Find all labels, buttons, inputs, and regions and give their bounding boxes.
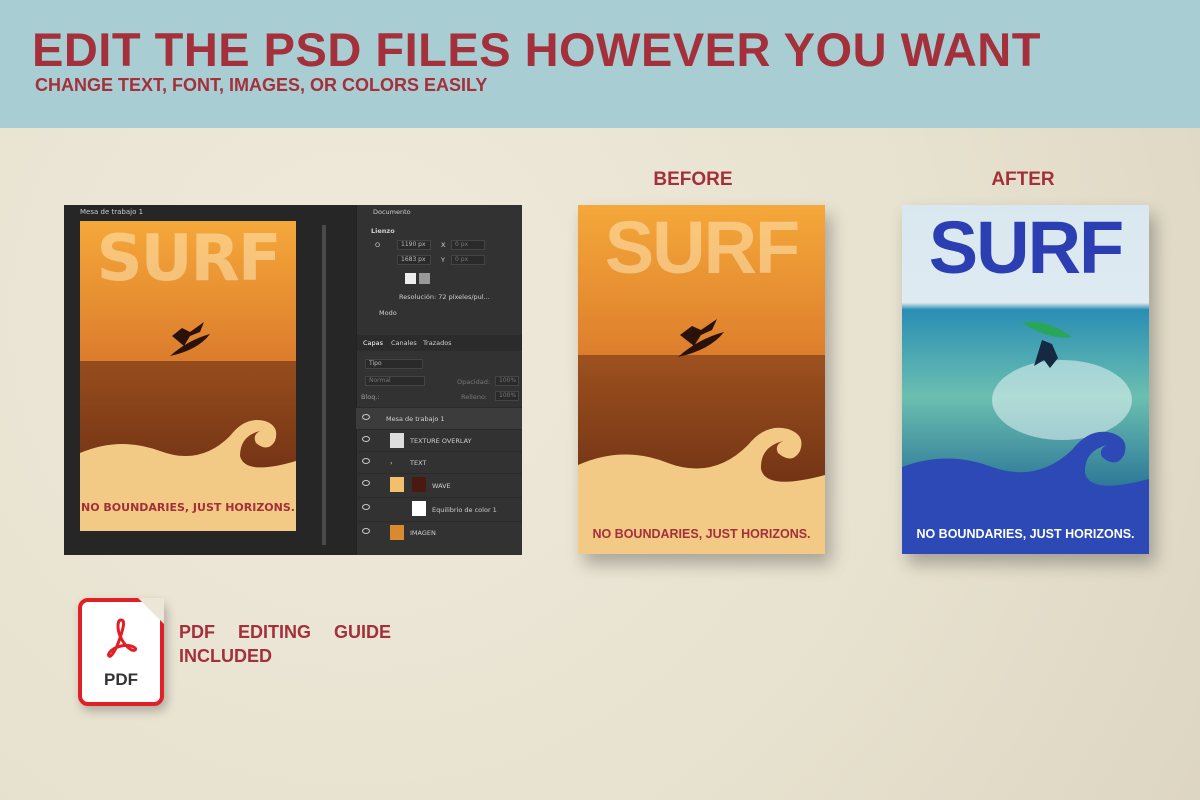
ps-layer-row[interactable]: › TEXT [356, 451, 522, 473]
ps-layer-filter-select[interactable]: Tipo [365, 359, 423, 369]
ps-layers-tabbar: Capas Canales Trazados [357, 335, 522, 351]
ps-layer-name: WAVE [432, 482, 451, 490]
page-subtitle: CHANGE TEXT, FONT, IMAGES, OR COLORS EAS… [35, 75, 488, 95]
ps-poster-title: SURF [96, 222, 281, 296]
ps-y-field[interactable]: 0 px [451, 255, 485, 265]
ps-x-label: X [441, 241, 446, 249]
ps-blend-mode-select[interactable]: Normal [365, 376, 425, 386]
ps-orientation-landscape-button[interactable] [419, 273, 430, 284]
eye-icon[interactable] [362, 414, 370, 420]
ps-scrollbar[interactable] [322, 225, 326, 545]
ps-layer-mask-thumbnail [412, 477, 426, 492]
ps-modo-label: Modo [379, 309, 397, 317]
after-poster-title: SURF [928, 206, 1124, 289]
ps-orientation-portrait-button[interactable] [405, 273, 416, 284]
tab-canales[interactable]: Canales [391, 339, 417, 347]
tab-trazados[interactable]: Trazados [423, 339, 452, 347]
ps-canvas-poster: SURF NO BOUNDARIES, JUST HORIZONS. [80, 221, 296, 531]
folder-icon: › [390, 459, 393, 467]
after-label: AFTER [991, 169, 1055, 190]
before-poster-tagline: NO BOUNDARIES, JUST HORIZONS. [592, 527, 811, 541]
before-poster: SURF NO BOUNDARIES, JUST HORIZONS. [578, 205, 825, 554]
ps-layer-thumbnail [390, 525, 404, 540]
ps-layer-thumbnail [390, 433, 404, 448]
ps-layer-name: IMAGEN [410, 529, 436, 537]
pdf-icon-label: PDF [104, 670, 138, 689]
acrobat-logo-icon [107, 618, 138, 658]
ps-width-field[interactable]: 1190 px [397, 240, 431, 250]
ps-resolution-text: Resolución: 72 píxeles/pul... [399, 293, 490, 301]
before-poster-title: SURF [604, 206, 800, 289]
after-poster: SURF NO BOUNDARIES, JUST HORIZONS. [902, 205, 1149, 554]
ps-opacity-field[interactable]: 100% [495, 376, 519, 386]
eye-icon[interactable] [362, 504, 370, 510]
ps-lienzo-label: Lienzo [371, 227, 395, 235]
ps-layer-mask-thumbnail [412, 501, 426, 516]
eye-icon[interactable] [362, 528, 370, 534]
pdf-file-icon: PDF [78, 598, 164, 706]
ps-height-field[interactable]: 1683 px [397, 255, 431, 265]
ps-layer-row[interactable]: Mesa de trabajo 1 [356, 407, 522, 429]
ps-layer-name: Mesa de trabajo 1 [386, 415, 445, 423]
ps-artboard-name: Mesa de trabajo 1 [80, 208, 144, 216]
ps-layer-name: TEXTURE OVERLAY [410, 437, 472, 445]
ps-canvas-area: Mesa de trabajo 1 SURF NO BOUNDARIES, JU… [64, 205, 356, 555]
ps-y-label: Y [441, 256, 445, 264]
eye-icon[interactable] [362, 480, 370, 486]
ps-layer-name: TEXT [410, 459, 427, 467]
ps-layer-row[interactable]: IMAGEN [356, 521, 522, 543]
tab-capas[interactable]: Capas [363, 339, 383, 347]
photoshop-screenshot: Mesa de trabajo 1 SURF NO BOUNDARIES, JU… [64, 205, 522, 555]
ps-layer-row[interactable]: WAVE [356, 473, 522, 497]
ps-opacity-label: Opacidad: [457, 378, 491, 386]
ps-layer-name: Equilibrio de color 1 [432, 506, 497, 514]
ps-layer-row[interactable]: TEXTURE OVERLAY [356, 429, 522, 451]
ps-poster-tagline: NO BOUNDARIES, JUST HORIZONS. [81, 501, 295, 514]
ps-layer-row[interactable]: Equilibrio de color 1 [356, 497, 522, 521]
ps-x-field[interactable]: 0 px [451, 240, 485, 250]
ps-layer-thumbnail [390, 477, 404, 492]
page-fold-icon [138, 598, 164, 624]
page-title: EDIT THE PSD FILES HOWEVER YOU WANT [32, 23, 1041, 76]
ps-width-label: O [375, 241, 381, 249]
pdf-guide-line1: PDF EDITING GUIDE [179, 622, 392, 642]
after-poster-tagline: NO BOUNDARIES, JUST HORIZONS. [916, 527, 1135, 541]
before-label: BEFORE [653, 169, 733, 190]
ps-fill-label: Relleno: [461, 393, 488, 401]
ps-fill-field[interactable]: 100% [495, 391, 519, 401]
eye-icon[interactable] [362, 436, 370, 442]
ps-lock-label: Bloq.: [361, 393, 380, 401]
pdf-guide-line2: INCLUDED [179, 646, 272, 666]
ps-documento-label: Documento [373, 208, 411, 216]
eye-icon[interactable] [362, 458, 370, 464]
